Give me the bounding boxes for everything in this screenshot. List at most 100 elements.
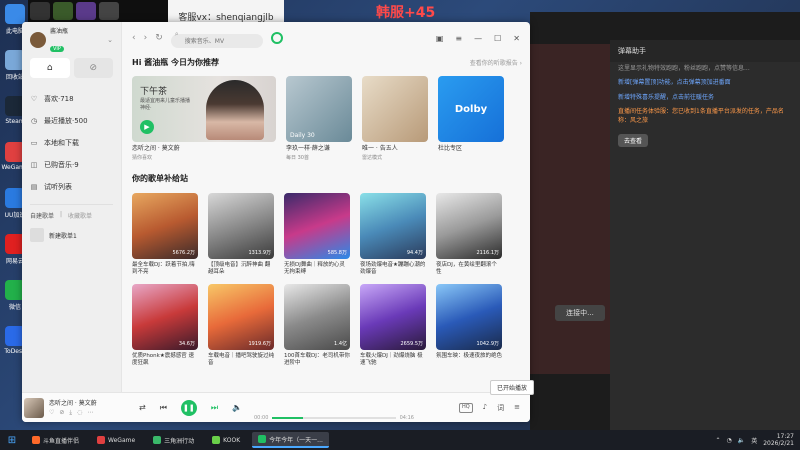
recommend-card[interactable]: 唯一 · 告五人 雷达模式 <box>362 76 428 161</box>
avatar[interactable] <box>30 32 46 48</box>
playlist-cover[interactable]: 1042.9万 <box>436 284 502 351</box>
clock[interactable]: 17:27 2026/2/21 <box>763 433 794 447</box>
taskbar-app[interactable]: 斗鱼直播伴侣 <box>26 432 85 448</box>
input-language[interactable]: 英 <box>751 436 757 445</box>
playlist-cover[interactable]: 2659.5万 <box>360 284 426 351</box>
strip-thumb <box>76 2 96 20</box>
chevron-down-icon[interactable]: ⌄ <box>107 36 113 44</box>
playlist-cover[interactable]: 1.4亿 <box>284 284 350 351</box>
now-playing-title[interactable]: 恋听之间 · 莫文蔚 <box>49 398 119 407</box>
sidebar-item-local[interactable]: ▭ 本地和下载 <box>30 132 113 154</box>
now-playing-cover[interactable] <box>24 397 44 418</box>
recommend-card[interactable]: Daily 30 李玖一样·薛之谦 每日 30首 <box>286 76 352 161</box>
effects-icon[interactable]: ♪ <box>483 403 487 413</box>
playlist-card[interactable]: 1313.9万 【顶级电音】沉醉神曲 翻越耳朵 <box>208 192 274 276</box>
playlists-title: 你的歌单补给站 <box>132 174 188 184</box>
playlist-card[interactable]: 585.8万 无损DJ舞曲｜释放的心灵无拘束缚 <box>284 192 350 276</box>
forward-icon[interactable]: › <box>144 33 148 43</box>
playlist-card[interactable]: 5676.2万 最全车载DJ：跃着节拍,嗨到不亮 <box>132 192 198 276</box>
play-icon[interactable]: ▶ <box>140 120 154 134</box>
taskbar-app[interactable]: 三角洲行动 <box>147 432 200 448</box>
lyrics-icon[interactable]: 词 <box>497 403 504 413</box>
tab-created-playlists[interactable]: 自建歌单 <box>30 211 54 220</box>
playlist-cover[interactable]: 1313.9万 <box>208 192 274 259</box>
playlist-cover[interactable]: 2116.1万 <box>436 192 502 259</box>
card-cover[interactable] <box>362 76 428 142</box>
tab-home[interactable]: ⌂ <box>30 58 70 78</box>
playback-tooltip: 已开始播放 <box>490 380 535 395</box>
strip-thumb <box>53 2 73 20</box>
tab-collected-playlists[interactable]: 收藏歌单 <box>68 211 92 220</box>
speaker-icon[interactable]: 🔈 <box>738 437 745 444</box>
bg-view-button[interactable]: 去查看 <box>618 133 649 147</box>
sidebar-item-trial[interactable]: ▤ 试听列表 <box>30 176 113 198</box>
loop-icon[interactable]: ⇄ <box>139 403 146 412</box>
comment-icon[interactable]: ◌ <box>77 409 82 417</box>
sidebar: 酱油瓶 VIP ⌄ ⌂ ⊘ ♡ 喜欢·718 ◷ 最近播放·500 ▭ 本地和下载 ◫ 已购音… <box>22 22 122 392</box>
refresh-icon[interactable]: ↻ <box>155 33 163 43</box>
close-icon[interactable]: ✕ <box>513 34 520 43</box>
previous-icon[interactable]: ⏮ <box>160 403 167 413</box>
sidebar-item-purchased[interactable]: ◫ 已购音乐·9 <box>30 154 113 176</box>
maximize-icon[interactable]: ☐ <box>494 34 501 43</box>
sidebar-item-new-playlist[interactable]: 新建歌单1 <box>30 228 113 242</box>
playlist-card[interactable]: 1042.9万 氛围车映：极速夜旅的绝色 <box>436 284 502 367</box>
dislike-icon[interactable]: ⊘ <box>59 409 64 417</box>
volume-icon[interactable]: 🔈 <box>232 403 242 412</box>
taskbar-app-label: WeGame <box>108 436 136 444</box>
recommend-row: 下午茶 最适宜用来儿童乐播播神经· ▶ 恋听之间 · 莫文蔚 猜你喜欢 Dail… <box>132 76 522 161</box>
playlist-cover[interactable]: 94.4万 <box>360 192 426 259</box>
time-current: 00:00 <box>254 415 269 421</box>
playlist-cover[interactable]: 1919.6万 <box>208 284 274 351</box>
play-count: 585.8万 <box>327 249 347 256</box>
sidebar-item-recent[interactable]: ◷ 最近播放·500 <box>30 110 113 132</box>
card-cover[interactable]: Daily 30 <box>286 76 352 142</box>
playlist-cover[interactable]: 585.8万 <box>284 192 350 259</box>
menu-icon[interactable]: ≡ <box>455 34 462 43</box>
recommend-big-card[interactable]: 下午茶 最适宜用来儿童乐播播神经· ▶ <box>132 76 276 142</box>
playlist-queue-icon[interactable]: ≡ <box>514 403 520 413</box>
playlist-card[interactable]: 1919.6万 车载电音｜播吧驾驶旋过纯音 <box>208 284 274 367</box>
taskbar-app[interactable]: 今年今年（一天一... <box>252 432 329 448</box>
top-window-strip <box>28 0 168 22</box>
sidebar-item-favorites[interactable]: ♡ 喜欢·718 <box>30 88 113 110</box>
back-icon[interactable]: ‹ <box>132 33 136 43</box>
user-profile[interactable]: 酱油瓶 VIP ⌄ <box>30 28 113 52</box>
card-cover[interactable]: Dolby <box>438 76 504 142</box>
quality-badge[interactable]: HQ <box>458 402 473 413</box>
playlist-caption: 无损DJ舞曲｜释放的心灵无拘束缚 <box>284 261 345 275</box>
card-subcaption: 每日 30首 <box>286 154 309 161</box>
playlist-card[interactable]: 1.4亿 100首车载DJ：老司机带你进阶中 <box>284 284 350 367</box>
progress-bar[interactable] <box>272 417 396 419</box>
playlist-card[interactable]: 34.6万 优质Phonk★震撼感官 速度狂飙 <box>132 284 198 367</box>
playback-controls: ⇄ ⏮ ❚❚ ⏭ 🔈 <box>139 399 242 416</box>
next-icon[interactable]: ⏭ <box>211 403 218 413</box>
playlist-cover[interactable]: 34.6万 <box>132 284 198 351</box>
pause-button[interactable]: ❚❚ <box>180 399 197 416</box>
playlist-card[interactable]: 2116.1万 夜店DJ，在黄绘里翻滚个性 <box>436 192 502 276</box>
tray-expand-icon[interactable]: ⌃ <box>715 437 720 444</box>
minimize-icon[interactable]: — <box>474 34 482 43</box>
taskbar-app[interactable]: KOOK <box>206 432 246 448</box>
sidebar-item-label: 已购音乐·9 <box>44 161 79 169</box>
taskbar-app-icon <box>97 436 106 444</box>
tab-discover[interactable]: ⊘ <box>73 58 113 78</box>
miniplayer-icon[interactable]: ▣ <box>436 34 444 43</box>
windows-start-icon[interactable]: ⊞ <box>4 435 20 446</box>
playlist-card[interactable]: 94.4万 夜场劲爆电音★蹦蹦心潮的劲爆音 <box>360 192 426 276</box>
search-input[interactable] <box>170 34 263 49</box>
taskbar: ⊞ 斗鱼直播伴侣 WeGame 三角洲行动 KOOK 今年今年（一天一... ⌃ ◔ 🔈… <box>0 430 800 450</box>
listen-report-link[interactable]: 查看你的听歌报告 › <box>470 58 522 67</box>
app-logo-icon[interactable] <box>270 32 283 44</box>
recommend-card[interactable]: Dolby 杜比专区 <box>438 76 504 161</box>
download-icon[interactable]: ⤓ <box>69 409 72 417</box>
playlist-card[interactable]: 2659.5万 车载火爆DJ｜劲爆烧脑 极速飞驰 <box>360 284 426 367</box>
network-icon[interactable]: ◔ <box>726 437 731 444</box>
bg-tab[interactable]: 弹幕助手 <box>618 46 646 56</box>
playlist-cover[interactable]: 5676.2万 <box>132 192 198 259</box>
heart-icon[interactable]: ♡ <box>49 409 54 417</box>
purchased-icon: ◫ <box>30 161 38 169</box>
play-count: 1919.6万 <box>248 341 272 348</box>
taskbar-app[interactable]: WeGame <box>91 432 141 448</box>
more-icon[interactable]: ⋯ <box>87 409 93 417</box>
